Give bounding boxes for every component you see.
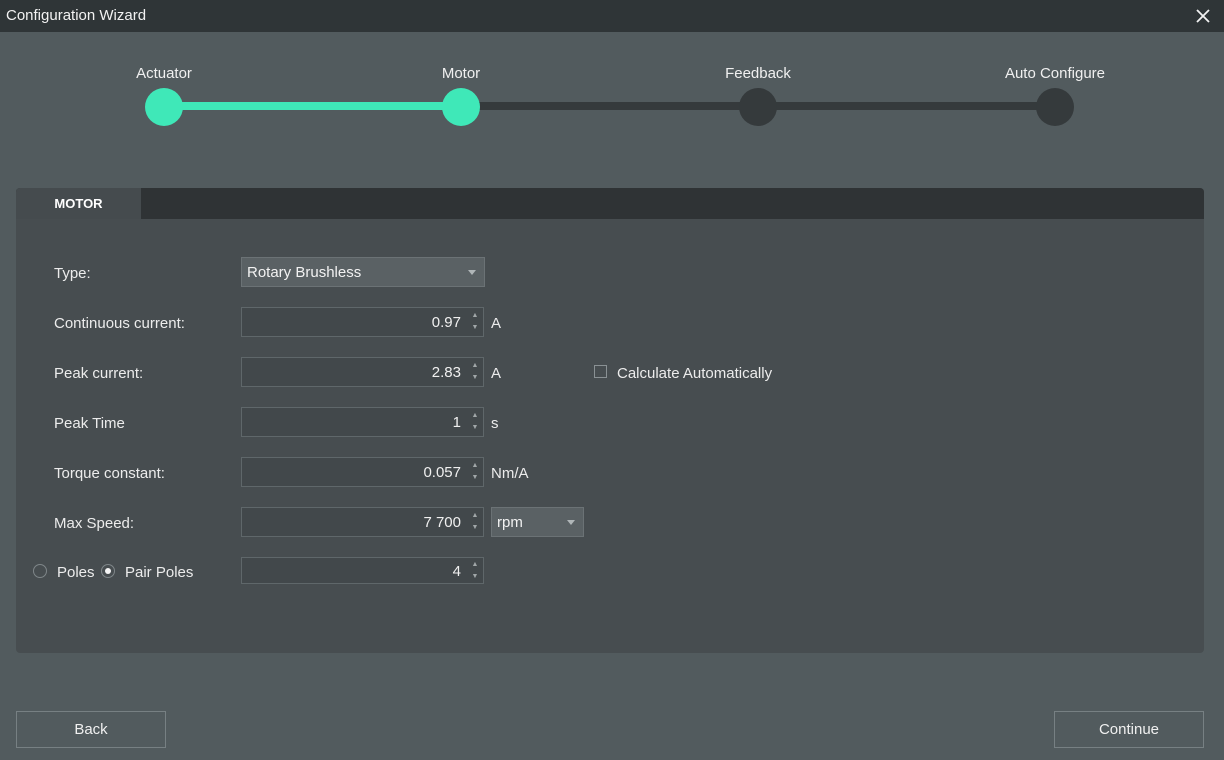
chevron-down-icon <box>567 520 575 525</box>
motor-type-value: Rotary Brushless <box>247 264 362 281</box>
continuous-current-spinner: ▲ ▼ <box>469 310 481 334</box>
type-label: Type: <box>54 265 91 282</box>
peak-current-value: 2.83 <box>431 364 461 381</box>
continuous-current-input[interactable]: 0.97 ▲ ▼ <box>241 307 484 337</box>
max-speed-unit-select[interactable]: rpm <box>491 507 584 537</box>
poles-value: 4 <box>452 563 461 580</box>
peak-time-unit: s <box>491 415 499 432</box>
continuous-current-label: Continuous current: <box>54 315 185 332</box>
max-speed-value: 7 700 <box>423 514 461 531</box>
spin-down-icon[interactable]: ▼ <box>469 372 481 384</box>
torque-constant-label: Torque constant: <box>54 465 165 482</box>
spin-down-icon[interactable]: ▼ <box>469 571 481 583</box>
motor-panel: MOTOR Type: Rotary Brushless Continuous … <box>16 188 1204 653</box>
poles-spinner: ▲ ▼ <box>469 559 481 583</box>
pair-poles-label[interactable]: Pair Poles <box>125 564 193 581</box>
title-bar: Configuration Wizard <box>0 0 1224 32</box>
chevron-down-icon <box>468 270 476 275</box>
peak-time-label: Peak Time <box>54 415 125 432</box>
close-button[interactable] <box>1190 3 1216 29</box>
panel-header: MOTOR <box>16 188 1204 219</box>
spin-down-icon[interactable]: ▼ <box>469 422 481 434</box>
window-title: Configuration Wizard <box>6 7 147 24</box>
spin-up-icon[interactable]: ▲ <box>469 559 481 571</box>
calculate-automatically-checkbox[interactable] <box>594 365 607 378</box>
step-node-motor[interactable] <box>442 88 480 126</box>
peak-time-input[interactable]: 1 ▲ ▼ <box>241 407 484 437</box>
step-connector-actuator-motor <box>164 102 461 110</box>
step-node-feedback[interactable] <box>739 88 777 126</box>
step-label-auto-configure: Auto Configure <box>1004 65 1106 82</box>
max-speed-spinner: ▲ ▼ <box>469 510 481 534</box>
step-connector-feedback-auto <box>758 102 1055 110</box>
spin-up-icon[interactable]: ▲ <box>469 410 481 422</box>
max-speed-label: Max Speed: <box>54 515 135 532</box>
spin-down-icon[interactable]: ▼ <box>469 472 481 484</box>
torque-constant-spinner: ▲ ▼ <box>469 460 481 484</box>
spin-down-icon[interactable]: ▼ <box>469 322 481 334</box>
peak-current-unit: A <box>491 365 502 382</box>
motor-type-select[interactable]: Rotary Brushless <box>241 257 485 287</box>
continuous-current-value: 0.97 <box>431 314 461 331</box>
spin-up-icon[interactable]: ▲ <box>469 510 481 522</box>
spin-up-icon[interactable]: ▲ <box>469 460 481 472</box>
step-connector-motor-feedback <box>461 102 758 110</box>
peak-current-spinner: ▲ ▼ <box>469 360 481 384</box>
step-node-auto-configure[interactable] <box>1036 88 1074 126</box>
step-label-feedback: Feedback <box>725 65 791 82</box>
max-speed-input[interactable]: 7 700 ▲ ▼ <box>241 507 484 537</box>
spin-down-icon[interactable]: ▼ <box>469 522 481 534</box>
peak-current-input[interactable]: 2.83 ▲ ▼ <box>241 357 484 387</box>
step-label-motor: Motor <box>441 65 481 82</box>
continuous-current-unit: A <box>491 315 502 332</box>
poles-input[interactable]: 4 ▲ ▼ <box>241 557 484 584</box>
torque-constant-value: 0.057 <box>423 464 461 481</box>
peak-current-label: Peak current: <box>54 365 144 382</box>
spin-up-icon[interactable]: ▲ <box>469 360 481 372</box>
back-button[interactable]: Back <box>16 711 166 748</box>
poles-label[interactable]: Poles <box>57 564 95 581</box>
close-icon <box>1196 9 1210 23</box>
peak-time-value: 1 <box>452 414 461 431</box>
calculate-automatically-label[interactable]: Calculate Automatically <box>617 365 772 382</box>
wizard-stepper: Actuator Motor Feedback Auto Configure <box>0 32 1224 152</box>
torque-constant-input[interactable]: 0.057 ▲ ▼ <box>241 457 484 487</box>
peak-time-spinner: ▲ ▼ <box>469 410 481 434</box>
continue-button[interactable]: Continue <box>1054 711 1204 748</box>
step-node-actuator[interactable] <box>145 88 183 126</box>
max-speed-unit-value: rpm <box>497 514 523 531</box>
spin-up-icon[interactable]: ▲ <box>469 310 481 322</box>
pair-poles-radio[interactable] <box>101 564 115 578</box>
tab-motor[interactable]: MOTOR <box>16 188 141 219</box>
torque-constant-unit: Nm/A <box>491 465 529 482</box>
poles-radio[interactable] <box>33 564 47 578</box>
step-label-actuator: Actuator <box>136 65 192 82</box>
